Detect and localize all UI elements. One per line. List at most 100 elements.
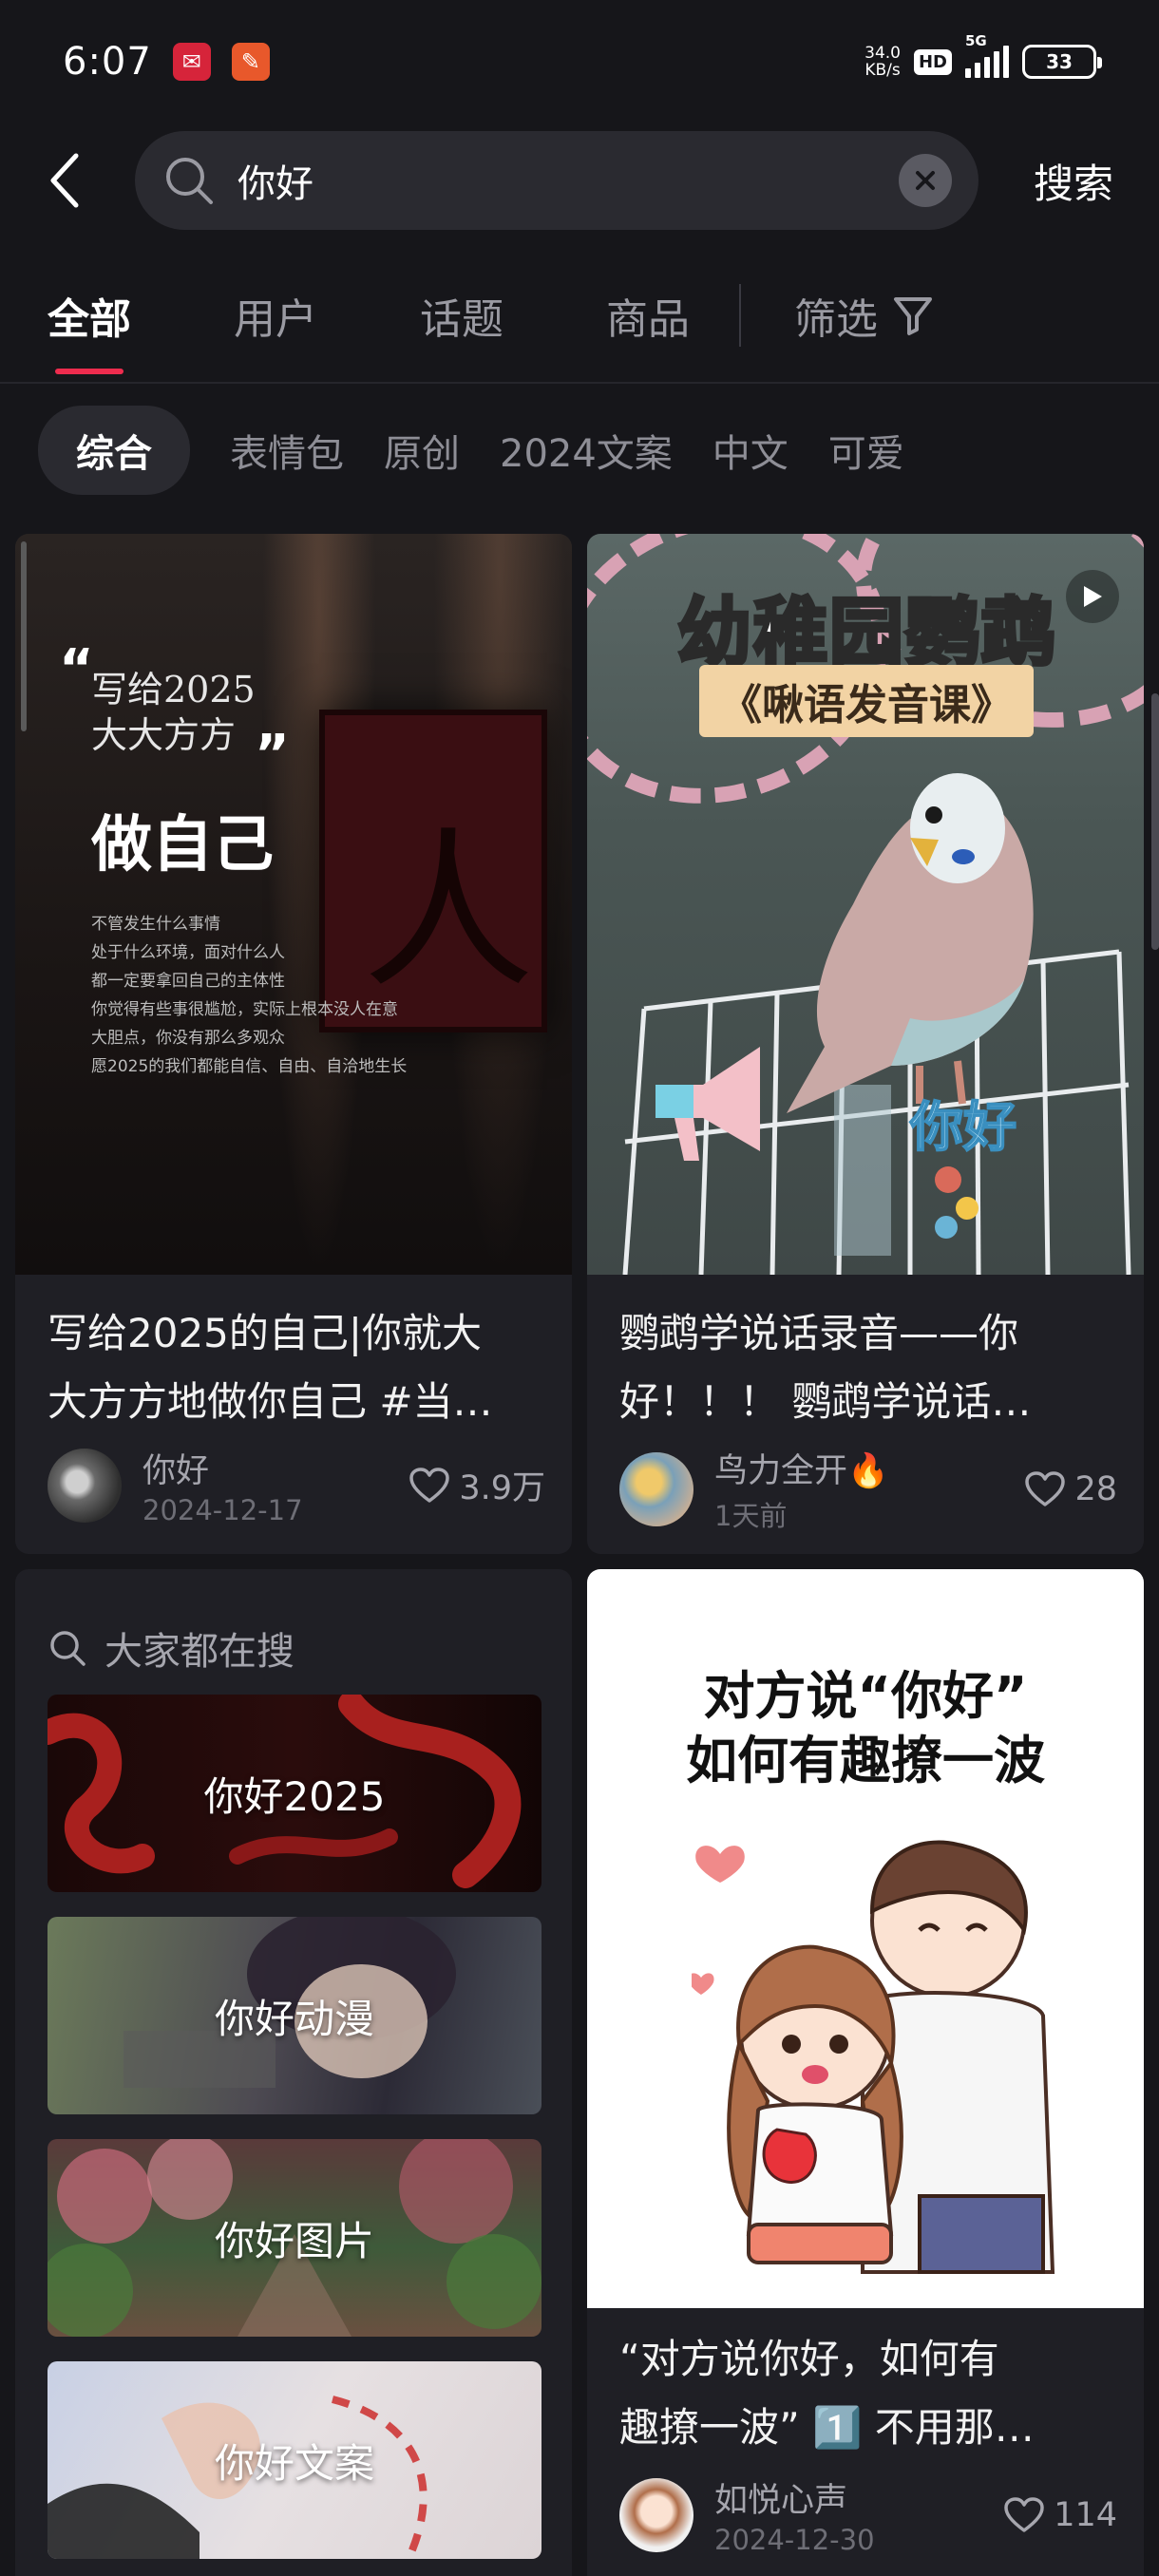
like-button[interactable]: 28 bbox=[1025, 1470, 1117, 1508]
divider bbox=[0, 382, 1159, 384]
chevron-left-icon bbox=[50, 153, 79, 208]
status-left: 6:07 ✉ ✎ bbox=[63, 40, 270, 84]
trending-header-label: 大家都在搜 bbox=[104, 1630, 294, 1674]
couple-illustration bbox=[692, 1840, 1055, 2274]
author-info: 如悦心声 2024-12-30 bbox=[714, 2473, 875, 2556]
trending-header: 大家都在搜 bbox=[48, 1620, 294, 1676]
parrot-illustration bbox=[787, 773, 1034, 1113]
clear-search-button[interactable] bbox=[899, 154, 952, 207]
thumbnail-tag: 你好 bbox=[909, 1096, 1017, 1160]
search-icon bbox=[50, 1631, 86, 1666]
status-bar: 6:07 ✉ ✎ 34.0 KB/s HD 5G 33 bbox=[0, 0, 1159, 123]
card-meta: 你好 2024-12-17 3.9万 bbox=[48, 1444, 545, 1526]
trending-item-label: 你好图片 bbox=[214, 2217, 374, 2264]
notification-app-icon-2: ✎ bbox=[231, 43, 270, 81]
clock: 6:07 bbox=[63, 40, 152, 84]
scroll-indicator bbox=[21, 541, 27, 731]
author-name[interactable]: 如悦心声 bbox=[714, 2473, 875, 2522]
like-button[interactable]: 114 bbox=[1004, 2496, 1117, 2534]
search-icon bbox=[166, 158, 213, 204]
category-tabs: 全部 用户 话题 商品 筛选 bbox=[0, 268, 1159, 374]
search-row: 你好 搜索 bbox=[0, 131, 1159, 230]
trending-item-label: 你好动漫 bbox=[214, 1995, 374, 2042]
signal-icon: 5G bbox=[965, 32, 1009, 78]
funnel-icon bbox=[894, 297, 932, 335]
post-date: 2024-12-30 bbox=[714, 2524, 875, 2556]
card-meta: 鸟力全开🔥 1天前 28 bbox=[619, 1444, 1117, 1534]
avatar[interactable] bbox=[619, 1451, 694, 1526]
card-title: 鹦鹉学说话录音——你 好！！！ 鹦鹉学说话… bbox=[619, 1310, 1032, 1425]
search-button[interactable]: 搜索 bbox=[1034, 152, 1121, 210]
tab-users[interactable]: 用户 bbox=[234, 285, 317, 346]
trending-item-4[interactable]: 你好文案 bbox=[48, 2361, 542, 2559]
notification-app-icon: ✉ bbox=[172, 43, 211, 81]
like-button[interactable]: 3.9万 bbox=[409, 1461, 545, 1509]
like-count: 28 bbox=[1074, 1469, 1117, 1508]
card-meta: 如悦心声 2024-12-30 114 bbox=[619, 2473, 1117, 2556]
quote-open-icon: “ bbox=[59, 638, 94, 700]
like-count: 3.9万 bbox=[459, 1469, 545, 1507]
trending-item-3[interactable]: 你好图片 bbox=[48, 2139, 542, 2337]
avatar[interactable] bbox=[619, 2477, 694, 2552]
avatar[interactable] bbox=[48, 1448, 122, 1523]
quote-headline: 做自己 bbox=[91, 810, 274, 881]
back-button[interactable] bbox=[48, 142, 104, 218]
tab-all[interactable]: 全部 bbox=[48, 285, 131, 374]
result-card-1[interactable]: 人 “ 写给2025 大大方方 做自己 不管发生什么事情 处于什么环境，面对什么… bbox=[15, 534, 572, 1554]
author-name[interactable]: 鸟力全开🔥 bbox=[714, 1444, 889, 1492]
author-info: 你好 2024-12-17 bbox=[142, 1444, 303, 1526]
tab-products[interactable]: 商品 bbox=[606, 285, 690, 346]
close-icon bbox=[916, 171, 935, 190]
trending-searches: 大家都在搜 你好2025 你好动漫 你好图片 你好文案 bbox=[15, 1569, 572, 2576]
like-count: 114 bbox=[1054, 2495, 1117, 2534]
post-date: 2024-12-17 bbox=[142, 1494, 303, 1526]
quote-line-2: 大大方方 bbox=[91, 714, 237, 756]
chip-chinese[interactable]: 中文 bbox=[712, 423, 788, 478]
search-query[interactable]: 你好 bbox=[238, 153, 899, 208]
net-speed-unit: KB/s bbox=[864, 61, 901, 80]
chip-2024-copy[interactable]: 2024文案 bbox=[500, 423, 673, 478]
hd-icon: HD bbox=[913, 48, 952, 75]
post-date: 1天前 bbox=[714, 1500, 788, 1532]
card-title: 写给2025的自己|你就大 大方方地做你自己 #当… bbox=[48, 1310, 493, 1425]
scrollbar[interactable] bbox=[1151, 693, 1159, 950]
status-right: 34.0 KB/s HD 5G 33 bbox=[864, 32, 1102, 79]
network-type: 5G bbox=[965, 32, 987, 49]
author-info: 鸟力全开🔥 1天前 bbox=[714, 1444, 889, 1534]
author-name[interactable]: 你好 bbox=[142, 1444, 303, 1492]
card-title: “对方说你好，如何有 趣撩一波” 1️⃣ 不用那… bbox=[619, 2336, 1035, 2451]
tab-topics[interactable]: 话题 bbox=[420, 285, 504, 346]
result-card-2[interactable]: 幼稚园鹦鹉 《啾语发音课》 你好 鹦鹉学说话录音——你 好！！！ 鹦鹉学说话… … bbox=[587, 534, 1144, 1554]
chip-cute[interactable]: 可爱 bbox=[828, 423, 904, 478]
heart-icon bbox=[409, 1467, 450, 1503]
net-speed-value: 34.0 bbox=[864, 44, 901, 63]
megaphone-icon bbox=[656, 1047, 760, 1161]
tab-divider bbox=[739, 284, 741, 347]
result-card-3[interactable]: 对方说“你好” 如何有趣撩一波 “对方说你好，如何有 趣撩一波” 1️⃣ 不用那… bbox=[587, 1569, 1144, 2576]
quote-body: 不管发生什么事情 处于什么环境，面对什么人 都一定要拿回自己的主体性 你觉得有些… bbox=[91, 915, 408, 1076]
thumbnail-title: 对方说“你好” 如何有趣撩一波 bbox=[686, 1666, 1045, 1790]
filter-label: 筛选 bbox=[794, 295, 878, 344]
filter-button[interactable]: 筛选 bbox=[794, 285, 935, 346]
battery-level: 33 bbox=[1046, 50, 1073, 73]
card-thumbnail: 人 “ 写给2025 大大方方 做自己 不管发生什么事情 处于什么环境，面对什么… bbox=[15, 534, 572, 1275]
thumbnail-quote: 写给2025 大大方方 做自己 不管发生什么事情 处于什么环境，面对什么人 都一… bbox=[91, 667, 407, 1081]
search-input[interactable]: 你好 bbox=[135, 131, 978, 230]
trending-item-1[interactable]: 你好2025 bbox=[48, 1695, 542, 1892]
sub-filter-chips: 综合 表情包 原创 2024文案 中文 可爱 bbox=[0, 406, 1159, 495]
chip-comprehensive[interactable]: 综合 bbox=[38, 406, 190, 495]
trending-item-label: 你好2025 bbox=[203, 1772, 386, 1820]
quote-line-1: 写给2025 bbox=[91, 669, 256, 710]
video-play-icon bbox=[1066, 570, 1119, 623]
trending-item-label: 你好文案 bbox=[214, 2439, 374, 2487]
card-thumbnail: 对方说“你好” 如何有趣撩一波 bbox=[587, 1569, 1144, 2308]
heart-icon bbox=[1004, 2496, 1044, 2532]
chip-stickers[interactable]: 表情包 bbox=[230, 423, 344, 478]
card-thumbnail: 幼稚园鹦鹉 《啾语发音课》 你好 bbox=[587, 534, 1144, 1275]
net-speed: 34.0 KB/s bbox=[864, 45, 901, 79]
quote-close-icon: ” bbox=[255, 724, 290, 786]
battery-icon: 33 bbox=[1022, 45, 1102, 79]
thumbnail-subtitle: 《啾语发音课》 bbox=[699, 665, 1034, 737]
trending-item-2[interactable]: 你好动漫 bbox=[48, 1917, 542, 2114]
chip-original[interactable]: 原创 bbox=[384, 423, 460, 478]
